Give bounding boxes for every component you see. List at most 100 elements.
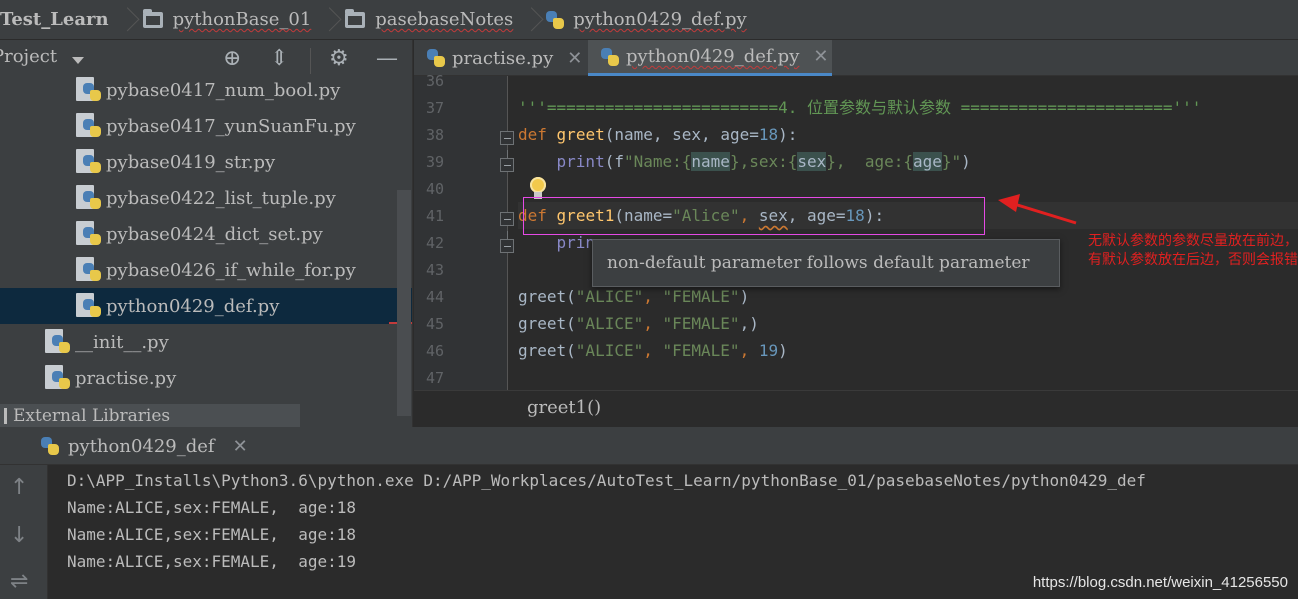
code-token: ,) <box>739 314 759 333</box>
tab-python0429-def[interactable]: python0429_def.py ✕ <box>588 40 832 76</box>
tree-item-file[interactable]: practise.py <box>0 360 412 396</box>
code-token: greet( <box>518 341 576 360</box>
file-name: practise.py <box>75 367 177 389</box>
fold-collapse-icon[interactable] <box>500 131 514 145</box>
folder-icon <box>345 8 366 28</box>
line-number: 36 <box>425 72 444 90</box>
code-token: (name, sex, age= <box>604 125 759 144</box>
code-token: ) <box>778 341 788 360</box>
code-token: ) <box>739 287 750 306</box>
line-number: 39 <box>425 153 444 171</box>
python-file-icon <box>76 149 101 175</box>
breadcrumb-label: pasebaseNotes <box>375 9 514 30</box>
gear-icon[interactable]: ⚙ <box>329 48 349 70</box>
builtin: prin <box>556 233 596 252</box>
close-icon[interactable]: ✕ <box>233 436 248 457</box>
editor-breadcrumb[interactable]: greet1() <box>414 390 1298 427</box>
arrow-down-icon[interactable]: ↓ <box>10 523 28 548</box>
code-token: , <box>643 287 663 306</box>
file-name: pybase0426_if_while_for.py <box>106 259 356 281</box>
tree-item-file-selected[interactable]: python0429_def.py <box>0 288 412 324</box>
navigation-breadcrumb: Test_Learn pythonBase_01 pasebaseNotes p… <box>0 0 1298 40</box>
toolbar-divider <box>310 48 311 74</box>
folder-icon <box>142 8 163 28</box>
console-line: D:\APP_Installs\Python3.6\python.exe D:/… <box>67 471 1146 490</box>
tree-item-file[interactable]: pybase0426_if_while_for.py <box>0 252 412 288</box>
tree-scrollbar[interactable] <box>397 190 411 416</box>
number: 19 <box>758 341 779 360</box>
code-token: , <box>643 341 663 360</box>
project-panel: Project ⊕ ⇕ ⚙ — pybase0417_num_bool.py p… <box>0 40 413 427</box>
line-number: 37 <box>425 99 444 117</box>
code-token: greet( <box>518 287 576 306</box>
project-title[interactable]: Project <box>0 46 57 67</box>
line-number-gutter: 36 37 38 39 40 41 42 43 44 45 46 47 <box>414 72 514 390</box>
hide-panel-icon[interactable]: — <box>376 48 398 70</box>
breadcrumb-separator-icon <box>523 0 537 40</box>
collapse-all-icon[interactable]: ⇕ <box>270 48 288 70</box>
tab-practise[interactable]: practise.py ✕ <box>414 40 586 76</box>
string: "FEMALE" <box>662 341 740 360</box>
arrow-up-icon[interactable]: ↑ <box>10 475 28 500</box>
string: "ALICE" <box>575 341 644 360</box>
string: }, age:{ <box>826 152 913 171</box>
tree-item-external-libraries[interactable]: External Libraries <box>0 404 300 427</box>
breadcrumb-label: pythonBase_01 <box>172 9 312 30</box>
locate-icon[interactable]: ⊕ <box>223 48 241 70</box>
python-file-icon <box>545 10 565 30</box>
python-file-icon <box>76 185 101 211</box>
fold-collapse-icon[interactable] <box>500 212 514 226</box>
line-number: 41 <box>425 207 444 225</box>
console-line: Name:ALICE,sex:FEMALE, age:19 <box>67 552 356 571</box>
code-token: , <box>643 314 663 333</box>
console-line: Name:ALICE,sex:FEMALE, age:18 <box>67 498 356 517</box>
breadcrumb-separator-icon <box>321 0 335 40</box>
number: 18 <box>758 125 779 144</box>
python-file-icon <box>600 47 620 67</box>
code-token: ): <box>778 125 798 144</box>
tree-item-file[interactable]: pybase0417_num_bool.py <box>0 72 412 108</box>
chevron-down-icon[interactable] <box>72 57 84 64</box>
tree-item-file[interactable]: pybase0419_str.py <box>0 144 412 180</box>
breadcrumb-folder[interactable]: pythonBase_01 <box>133 0 322 39</box>
tree-item-file[interactable]: pybase0422_list_tuple.py <box>0 180 412 216</box>
breadcrumb-project[interactable]: Test_Learn <box>0 0 119 39</box>
line-number: 47 <box>425 369 444 387</box>
string: "ALICE" <box>575 314 644 333</box>
tree-item-file[interactable]: __init__.py <box>0 324 412 360</box>
console-output[interactable]: D:\APP_Installs\Python3.6\python.exe D:/… <box>67 467 1298 575</box>
fold-collapse-icon[interactable] <box>500 231 514 253</box>
close-icon[interactable]: ✕ <box>567 48 582 69</box>
run-tab-bar: python0429_def ✕ <box>0 427 1298 465</box>
line-number: 43 <box>425 261 444 279</box>
tree-item-file[interactable]: pybase0424_dict_set.py <box>0 216 412 252</box>
run-panel: python0429_def ✕ ↑ ↓ ⇌ D:\APP_Installs\P… <box>0 427 1298 599</box>
highlight-box <box>523 197 985 235</box>
soft-wrap-icon[interactable]: ⇌ <box>10 569 28 594</box>
annotation-note: 无默认参数的参数尽量放在前边，有默认参数放在后边，否则会报错 <box>1088 233 1298 268</box>
python-file-icon <box>45 329 70 355</box>
code-token: greet( <box>518 314 576 333</box>
code-token: , <box>739 341 759 360</box>
string: "Name:{ <box>623 152 692 171</box>
code-token: (f <box>604 152 624 171</box>
line-number: 40 <box>425 180 444 198</box>
tab-run-python0429-def[interactable]: python0429_def ✕ <box>40 427 248 465</box>
python-file-icon <box>76 113 101 139</box>
breadcrumb-folder[interactable]: pasebaseNotes <box>335 0 523 39</box>
tab-label: practise.py <box>452 47 554 69</box>
string: "ALICE" <box>575 287 644 306</box>
line-number: 46 <box>425 342 444 360</box>
breadcrumb-file[interactable]: python0429_def.py <box>537 0 756 39</box>
code-line: greet("ALICE", "FEMALE", 19) <box>518 337 788 364</box>
editor-tab-bar: practise.py ✕ python0429_def.py ✕ <box>414 40 1298 76</box>
string: "FEMALE" <box>662 287 740 306</box>
watermark: https://blog.csdn.net/weixin_41256550 <box>1032 574 1288 591</box>
close-icon[interactable]: ✕ <box>813 46 828 67</box>
keyword: def <box>518 125 547 144</box>
python-file-icon <box>426 48 446 68</box>
fold-collapse-icon[interactable] <box>500 150 514 172</box>
tree-item-file[interactable]: pybase0417_yunSuanFu.py <box>0 108 412 144</box>
function-breadcrumb: greet1() <box>527 397 602 418</box>
run-tab-label: python0429_def <box>68 435 215 457</box>
